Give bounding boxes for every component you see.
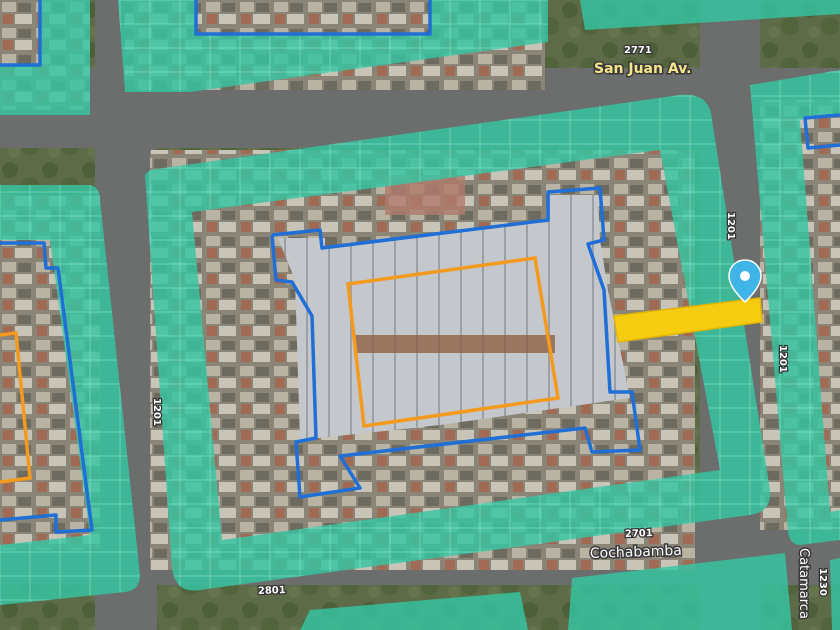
street-label-san-juan: San Juan Av. bbox=[594, 61, 691, 77]
map-canvas[interactable]: San Juan Av. Cochabamba Catamarca 2771 1… bbox=[0, 0, 840, 630]
map-view[interactable]: San Juan Av. Cochabamba Catamarca 2771 1… bbox=[0, 0, 840, 630]
street-label-catamarca: Catamarca bbox=[796, 548, 811, 619]
house-number-top: 2771 bbox=[624, 45, 652, 56]
house-number-bottom-right: 1230 bbox=[817, 568, 828, 596]
street-label-cochabamba: Cochabamba bbox=[590, 543, 683, 562]
house-number-right-upper: 1201 bbox=[725, 212, 736, 240]
house-number-right-lower: 1201 bbox=[777, 345, 788, 373]
house-number-left: 1201 bbox=[151, 398, 162, 426]
house-number-bottom-center: 2701 bbox=[625, 528, 653, 540]
house-number-bottom-left: 2801 bbox=[258, 585, 286, 597]
